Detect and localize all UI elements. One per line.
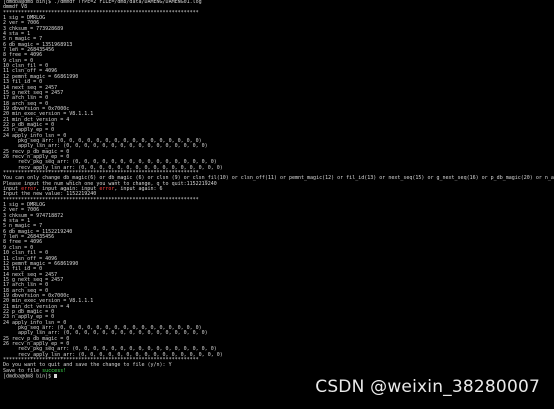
terminal-output: [dmdba@dm8 bin]$ ./dmmdf TYPE=2 FILE=/dm… [3,0,554,379]
watermark: CSDN @weixin_38280007 [315,377,540,397]
terminal-window[interactable]: [dmdba@dm8 bin]$ ./dmmdf TYPE=2 FILE=/dm… [0,0,554,409]
cursor [54,374,58,379]
error-text: error [99,186,115,193]
terminal-line-text: [dmdba@dm8 bin]$ [3,373,55,380]
terminal-line-text: , input again: 6 [114,186,163,193]
terminal-line-text: [dmdba@dm8 bin]$ ./dmmdf TYPE=2 FILE=/dm… [3,0,202,5]
